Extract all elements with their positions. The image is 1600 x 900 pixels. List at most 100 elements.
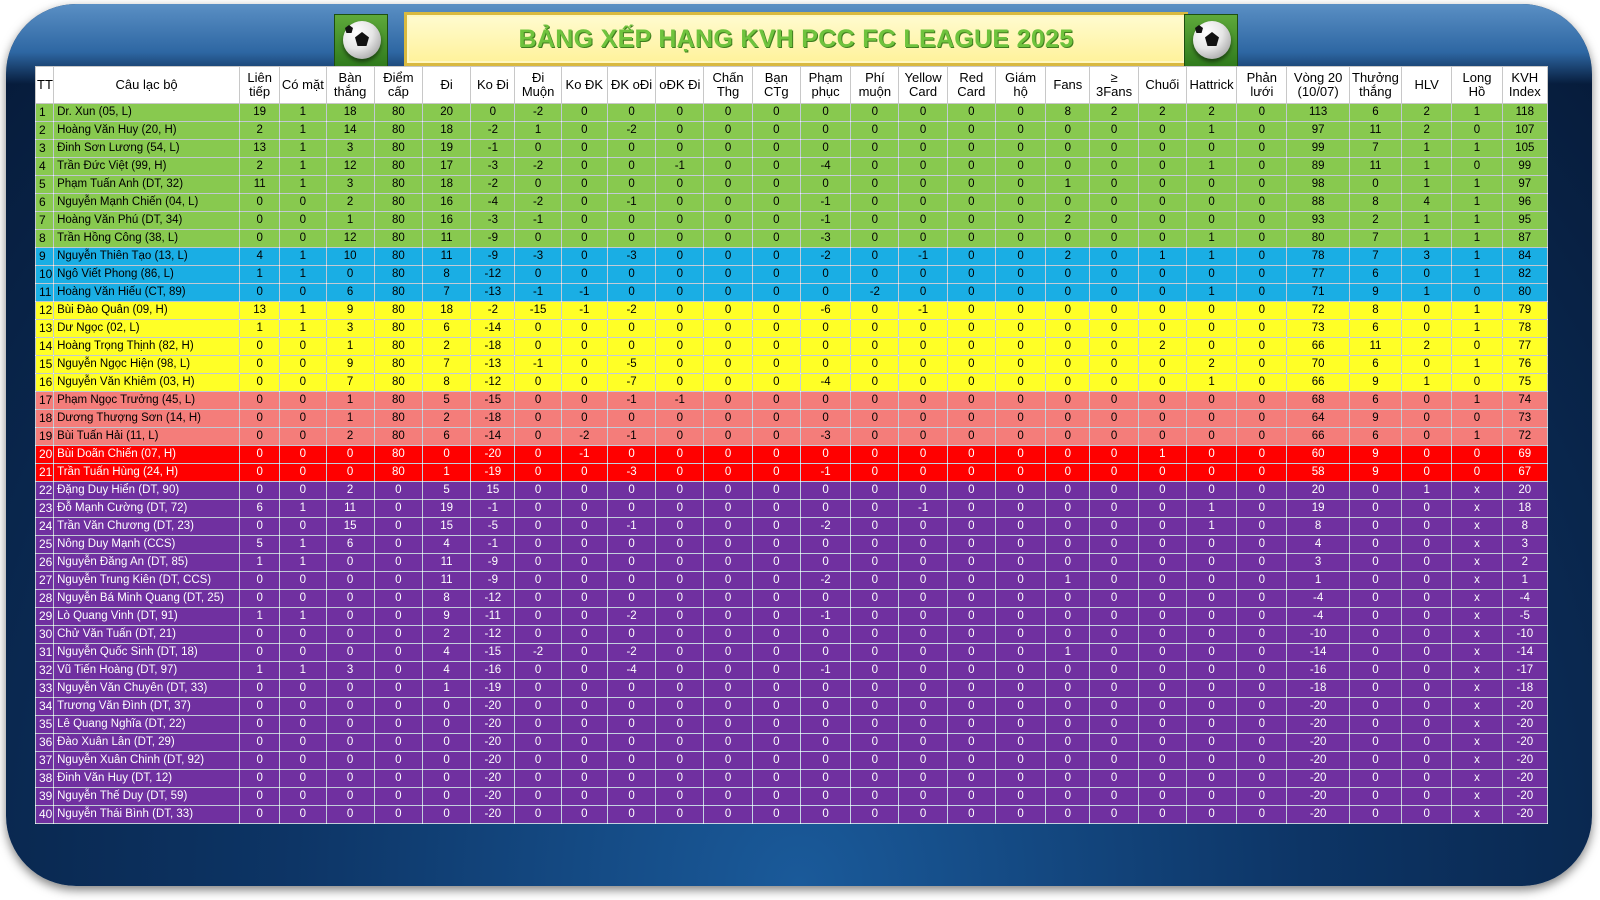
column-header: KVH Index [1501, 66, 1549, 104]
stat-cell: 0 [850, 103, 900, 122]
stat-cell: 0 [703, 301, 753, 320]
stat-cell: 0 [560, 391, 608, 410]
column-header: Long Hồ [1451, 66, 1503, 104]
stat-cell: 80 [373, 445, 424, 464]
stat-cell: 0 [1348, 733, 1403, 752]
stat-cell: 1 [1451, 265, 1503, 284]
stat-cell: 5 [421, 481, 472, 500]
stat-cell: 0 [946, 535, 996, 554]
stat-cell: 0 [239, 571, 281, 590]
stat-cell: 1 [279, 247, 327, 266]
stat-cell: 0 [606, 535, 657, 554]
stat-cell: 0 [655, 697, 705, 716]
stat-cell: 0 [898, 589, 948, 608]
stat-cell: 0 [850, 661, 900, 680]
stat-cell: 0 [1401, 679, 1453, 698]
stat-cell: 0 [1401, 751, 1453, 770]
stat-cell: 0 [373, 733, 424, 752]
stat-cell: 0 [1236, 679, 1288, 698]
stat-cell: 0 [703, 589, 753, 608]
stat-cell: -1 [606, 193, 657, 212]
stat-cell: 0 [703, 337, 753, 356]
stat-cell: 0 [1089, 391, 1139, 410]
column-header: Vòng 20 (10/07) [1286, 66, 1350, 104]
stat-cell: 7 [1348, 139, 1403, 158]
club-name-cell: Trần Hồng Công (38, L) [53, 229, 241, 248]
table-row: 39 Nguyễn Thế Duy (DT, 59) 0 0 0 0 0 -20 0 0 0 0 0 0 0… [34, 787, 1549, 806]
stat-cell: 0 [850, 643, 900, 662]
stat-cell: -2 [470, 121, 516, 140]
stat-cell: 0 [239, 625, 281, 644]
stat-cell: 0 [703, 139, 753, 158]
stat-cell: 0 [560, 319, 608, 338]
rank-cell: 14 [34, 337, 55, 356]
stat-cell: 0 [560, 157, 608, 176]
stat-cell: 0 [1137, 481, 1187, 500]
stat-cell: 0 [1137, 553, 1187, 572]
stat-cell: 0 [799, 319, 852, 338]
club-name-cell: Nguyễn Thái Bình (DT, 33) [53, 805, 241, 824]
stat-cell: 0 [1451, 373, 1503, 392]
stat-cell: 2 [1185, 103, 1238, 122]
stat-cell: 0 [799, 751, 852, 770]
club-name-cell: Nguyễn Xuân Chinh (DT, 92) [53, 751, 241, 770]
stat-cell: 0 [898, 139, 948, 158]
stat-cell: 0 [751, 103, 801, 122]
stat-cell: 0 [1137, 733, 1187, 752]
stat-cell: -5 [606, 355, 657, 374]
stat-cell: 1 [325, 211, 375, 230]
stat-cell: 1 [1185, 121, 1238, 140]
stat-cell: 2 [1401, 121, 1453, 140]
stat-cell: 0 [799, 679, 852, 698]
stat-cell: 0 [1451, 409, 1503, 428]
column-header: Red Card [946, 66, 996, 104]
stat-cell: 93 [1286, 211, 1350, 230]
stat-cell: -3 [799, 427, 852, 446]
stat-cell: 0 [898, 175, 948, 194]
stat-cell: 0 [946, 121, 996, 140]
stat-cell: 0 [1236, 553, 1288, 572]
stat-cell: -2 [850, 283, 900, 302]
stat-cell: 0 [898, 625, 948, 644]
stat-cell: 0 [373, 661, 424, 680]
stat-cell: 0 [1185, 409, 1238, 428]
stat-cell: 4 [421, 643, 472, 662]
club-name-cell: Nguyễn Văn Khiêm (03, H) [53, 373, 241, 392]
stat-cell: -3 [799, 229, 852, 248]
stat-cell: 1 [279, 157, 327, 176]
stat-cell: 0 [946, 211, 996, 230]
stat-cell: 1 [325, 337, 375, 356]
stat-cell: 0 [946, 769, 996, 788]
stat-cell: 0 [1185, 607, 1238, 626]
stat-cell: 1 [1185, 373, 1238, 392]
stat-cell: 0 [1137, 499, 1187, 518]
stat-cell: 0 [239, 391, 281, 410]
stat-cell: 68 [1286, 391, 1350, 410]
stat-cell: 0 [421, 769, 472, 788]
stat-cell: 0 [373, 553, 424, 572]
stat-cell: 0 [279, 481, 327, 500]
stat-cell: 11 [421, 247, 472, 266]
stat-cell: 0 [1236, 427, 1288, 446]
stat-cell: 0 [850, 787, 900, 806]
stat-cell: 0 [850, 625, 900, 644]
stat-cell: 0 [1401, 391, 1453, 410]
stat-cell: 1 [1185, 229, 1238, 248]
stat-cell: 0 [1089, 787, 1139, 806]
stat-cell: 18 [325, 103, 375, 122]
stat-cell: 0 [1236, 121, 1288, 140]
stat-cell: 0 [703, 643, 753, 662]
stat-cell: 0 [946, 445, 996, 464]
stat-cell: 0 [514, 373, 562, 392]
rank-cell: 21 [34, 463, 55, 482]
stat-cell: 0 [994, 535, 1047, 554]
stat-cell: 75 [1501, 373, 1549, 392]
stat-cell: 0 [799, 337, 852, 356]
stat-cell: 0 [421, 733, 472, 752]
table-row: 10 Ngô Viết Phong (86, L) 1 1 0 80 8 -12 0 0 0 0 0 0 0… [34, 265, 1549, 284]
stat-cell: -20 [1501, 751, 1549, 770]
stat-cell: 0 [751, 499, 801, 518]
stat-cell: 0 [1348, 661, 1403, 680]
stat-cell: 0 [606, 715, 657, 734]
stat-cell: 0 [606, 751, 657, 770]
